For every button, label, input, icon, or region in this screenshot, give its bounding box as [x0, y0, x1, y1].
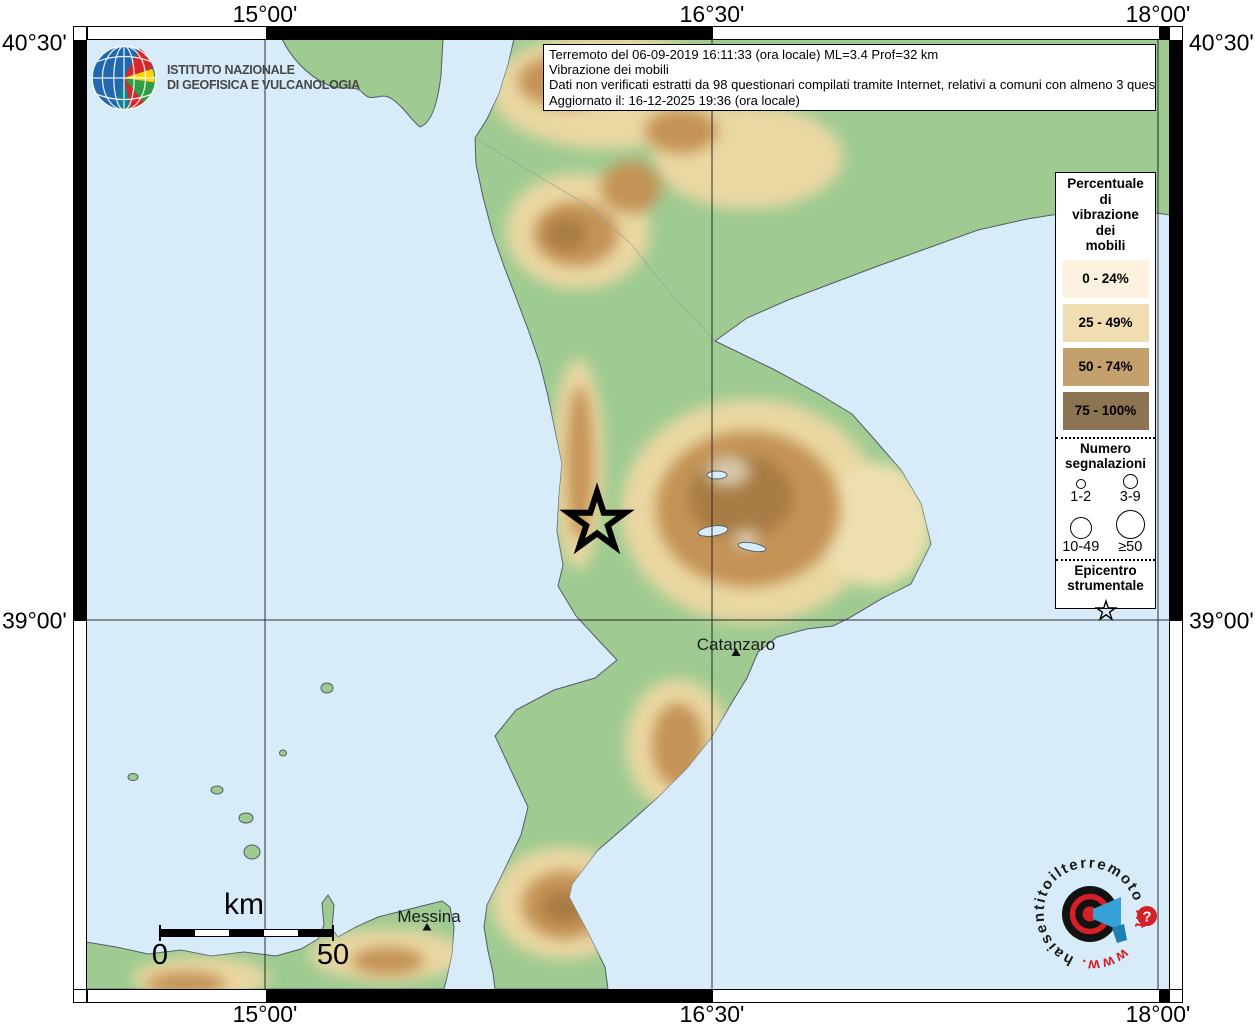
legend-box: Percentuale di vibrazione dei mobili 0 -… — [1055, 172, 1156, 609]
axis-right-3900: 39°00' — [1189, 608, 1254, 635]
axis-right-4030: 40°30' — [1189, 30, 1254, 57]
axis-left-4030: 40°30' — [2, 30, 66, 57]
frame-bottom-corner-left — [87, 990, 88, 1002]
ingv-name-line1: ISTITUTO NAZIONALE — [167, 63, 360, 78]
map-canvas — [86, 39, 1170, 989]
frame-top-corner-left — [87, 27, 88, 39]
legend-title-word: Percentuale — [1056, 176, 1155, 192]
ingv-logo-text: ISTITUTO NAZIONALE DI GEOFISICA E VULCAN… — [167, 63, 360, 93]
axis-bottom-18: 18°00' — [1126, 1001, 1191, 1024]
legend-report-circles: 1-2 3-9 10-49 ≥50 — [1056, 474, 1155, 555]
frame-bottom — [73, 989, 1183, 1003]
wm-prefix: www. — [1078, 944, 1132, 973]
legend-epicenter-star-icon — [1093, 598, 1119, 624]
frame-right-corner-bottom — [1170, 989, 1182, 990]
report-label-50plus: ≥50 — [1118, 539, 1142, 555]
legend-vibration-title: Percentuale di vibrazione dei mobili — [1056, 173, 1155, 254]
ingv-logo: ISTITUTO NAZIONALE DI GEOFISICA E VULCAN… — [90, 44, 360, 112]
legend-title-word: Epicentro — [1056, 563, 1155, 579]
island-alicudi — [128, 774, 138, 781]
report-label-1-2: 1-2 — [1070, 489, 1091, 505]
earthquake-map-page: 15°00' 16°30' 18°00' 15°00' 16°30' 18°00… — [0, 0, 1255, 1024]
scalebar-seg — [195, 930, 229, 936]
frame-bottom-black-1 — [266, 990, 713, 1002]
scalebar-end-label: 50 — [317, 939, 349, 972]
frame-left-black — [74, 40, 86, 621]
report-label-3-9: 3-9 — [1120, 489, 1141, 505]
legend-swatch-75-100: 75 - 100% — [1063, 392, 1149, 430]
island-salina — [239, 813, 253, 823]
scalebar-seg — [229, 930, 263, 936]
legend-swatch-50-74: 50 - 74% — [1063, 348, 1149, 386]
axis-bottom-1630: 16°30' — [680, 1001, 745, 1024]
scalebar-start-label: 0 — [152, 939, 168, 972]
island-lipari — [244, 845, 260, 859]
legend-title-word: strumentale — [1056, 578, 1155, 594]
event-info-box: Terremoto del 06-09-2019 16:11:33 (ora l… — [543, 44, 1156, 111]
event-subtitle: Vibrazione dei mobili — [549, 62, 1150, 77]
city-label-messina: Messina — [397, 907, 460, 927]
haisentito-logo: www. haisentitoilterremoto .it ? — [1020, 844, 1160, 984]
question-badge-mark: ? — [1142, 909, 1151, 926]
axis-top-18: 18°00' — [1126, 1, 1191, 28]
frame-left — [73, 26, 87, 1003]
ingv-name-line2: DI GEOFISICA E VULCANOLOGIA — [167, 78, 360, 93]
report-circle-1-2 — [1076, 479, 1086, 489]
legend-title-word: dei — [1056, 223, 1155, 239]
frame-right — [1169, 26, 1183, 1003]
frame-top — [73, 26, 1183, 40]
scalebar — [160, 929, 333, 937]
frame-right-black — [1170, 40, 1182, 621]
island-panarea — [280, 750, 287, 756]
legend-epicenter-title: Epicentro strumentale — [1056, 561, 1155, 594]
report-circle-3-9 — [1123, 474, 1138, 489]
legend-swatch-0-24: 0 - 24% — [1063, 260, 1149, 298]
report-label-10-49: 10-49 — [1062, 539, 1099, 555]
report-circle-50plus — [1116, 510, 1145, 539]
island-filicudi — [211, 786, 223, 794]
city-label-catanzaro: Catanzaro — [697, 635, 775, 655]
axis-top-1630: 16°30' — [680, 1, 745, 28]
axis-bottom-15: 15°00' — [233, 1001, 298, 1024]
event-title: Terremoto del 06-09-2019 16:11:33 (ora l… — [549, 47, 1150, 62]
scalebar-seg — [264, 930, 298, 936]
legend-title-word: Numero — [1056, 441, 1155, 457]
legend-swatch-25-49: 25 - 49% — [1063, 304, 1149, 342]
legend-title-word: mobili — [1056, 238, 1155, 254]
axis-left-3900: 39°00' — [2, 608, 66, 635]
frame-left-corner-bottom — [74, 989, 86, 990]
scalebar-seg — [161, 930, 195, 936]
legend-title-word: di — [1056, 192, 1155, 208]
legend-title-word: vibrazione — [1056, 207, 1155, 223]
legend-reports-title: Numero segnalazioni — [1056, 439, 1155, 472]
scalebar-unit-label: km — [224, 888, 264, 922]
axis-top-15: 15°00' — [233, 1, 298, 28]
frame-top-black-1 — [266, 27, 713, 39]
island-stromboli — [321, 683, 333, 693]
ingv-globe-icon — [90, 44, 158, 112]
report-circle-10-49 — [1070, 517, 1092, 539]
event-updated: Aggiornato il: 16-12-2025 19:36 (ora loc… — [549, 93, 1150, 108]
event-disclaimer: Dati non verificati estratti da 98 quest… — [549, 77, 1150, 92]
legend-title-word: segnalazioni — [1056, 456, 1155, 472]
scalebar-seg — [298, 930, 332, 936]
